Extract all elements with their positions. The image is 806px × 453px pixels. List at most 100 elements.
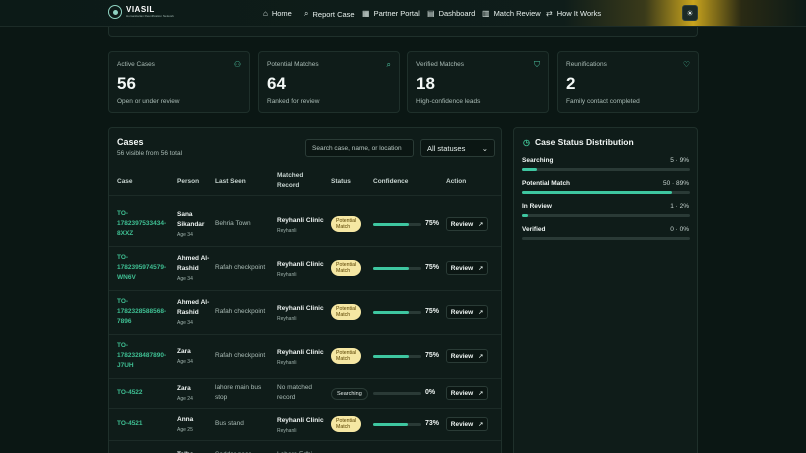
case-id-line: TO-	[117, 210, 129, 217]
confidence-bar	[373, 267, 421, 270]
nav-label: How It Works	[556, 9, 602, 18]
person-age: Age 34	[177, 320, 193, 326]
column-header-confidence[interactable]: Confidence	[373, 177, 408, 187]
users-icon: ⚇	[233, 60, 241, 69]
confidence-bar	[373, 223, 421, 226]
case-id-line: TO-	[117, 342, 129, 349]
confidence-value: 0%	[425, 389, 436, 396]
nav-home[interactable]: ⌂ Home	[263, 9, 292, 18]
confidence-bar-fill	[373, 223, 409, 226]
status-badge: Potential Match	[331, 216, 362, 232]
status-badge-line: Searching	[337, 391, 362, 397]
stat-value: 64	[267, 74, 286, 93]
review-button-label: Review	[450, 389, 474, 397]
column-header-matched-record-line: Record	[277, 182, 300, 189]
case-id-line: 1782328487890-	[117, 352, 167, 359]
person-name-line: Rashid	[177, 309, 199, 316]
status-badge-line: Match	[336, 268, 351, 274]
matched-record: Reyhanli Clinic Reyhanli	[277, 216, 324, 236]
person-name-line: Zara	[177, 385, 191, 392]
review-button[interactable]: Review ↗	[446, 305, 488, 319]
brand-name: VIASIL	[126, 5, 155, 14]
review-button[interactable]: Review ↗	[446, 349, 488, 363]
case-id-link[interactable]: TO-4521	[117, 419, 143, 429]
person-name-line: Rashid	[177, 265, 199, 272]
case-search-input[interactable]	[305, 139, 414, 157]
person-age: Age 34	[177, 276, 193, 282]
stat-caption: High-confidence leads	[416, 98, 481, 105]
sun-icon: ☀	[686, 8, 694, 18]
case-id-link[interactable]: TO- 1782397533434- 8XXZ	[117, 209, 166, 239]
table-row-divider	[109, 378, 501, 379]
document-icon: ▤	[427, 9, 435, 18]
case-id-line: TO-	[117, 254, 129, 261]
review-button-label: Review	[450, 264, 474, 272]
confidence-bar	[373, 392, 421, 395]
person-name: Zara Age 24	[177, 384, 193, 404]
review-button[interactable]: Review ↗	[446, 417, 488, 431]
status-filter-select[interactable]: All statuses ⌄	[420, 139, 495, 157]
matched-record-line: Reyhanli Clinic	[277, 348, 324, 356]
cases-panel: Cases 56 visible from 56 total All statu…	[108, 127, 502, 453]
case-id-link[interactable]: TO- 1782328588568- 7896	[117, 297, 166, 327]
case-id-link[interactable]: TO-4522	[117, 388, 143, 398]
confidence-bar-fill	[373, 355, 409, 358]
review-button[interactable]: Review ↗	[446, 217, 488, 231]
matched-record-location: Reyhanli	[277, 271, 297, 278]
case-id-line: TO-4522	[117, 389, 143, 396]
column-header-person[interactable]: Person	[177, 177, 199, 187]
status-badge: Searching	[331, 388, 368, 400]
last-seen-location: lahore main bus stop	[215, 383, 261, 403]
brand-logo[interactable]: VIASIL Humanitarian Reunification Networ…	[108, 5, 174, 19]
table-row-divider	[109, 408, 501, 409]
top-strip	[108, 27, 698, 37]
stat-value: 18	[416, 74, 435, 93]
column-header-action: Action	[446, 178, 467, 185]
nav-dashboard[interactable]: ▤ Dashboard	[427, 9, 475, 18]
review-button-label: Review	[450, 308, 474, 316]
case-id-line: TO-	[117, 298, 129, 305]
nav-label: Dashboard	[438, 9, 476, 18]
person-name: Anna Age 25	[177, 415, 193, 435]
theme-toggle-button[interactable]: ☀	[682, 5, 698, 21]
arrow-up-right-icon: ↗	[478, 390, 484, 397]
brand-tagline: Humanitarian Reunification Network	[126, 14, 174, 18]
person-age: Age 34	[177, 359, 193, 365]
person-age: Age 25	[177, 427, 193, 433]
cases-title: Cases	[117, 137, 144, 147]
nav-report-case[interactable]: ⌕ Report Case	[304, 9, 355, 19]
nav-how-it-works[interactable]: ⇄ How It Works	[546, 9, 601, 18]
distribution-bar	[522, 237, 690, 240]
search-icon: ⌕	[304, 9, 309, 18]
column-header-status[interactable]: Status	[331, 177, 351, 187]
review-button[interactable]: Review ↗	[446, 261, 488, 275]
stat-card-verified-matches: Verified Matches ⛉ 18 High-confidence leads	[407, 51, 549, 113]
column-header-last-seen[interactable]: Last Seen	[215, 177, 246, 187]
search-icon: ⌕	[386, 60, 391, 69]
confidence-bar-fill	[373, 423, 409, 426]
stat-caption: Open or under review	[117, 98, 180, 105]
review-button[interactable]: Review ↗	[446, 386, 488, 400]
distribution-count: 0 · 0%	[670, 226, 689, 233]
person-name: Ahmed Al- Rashid Age 34	[177, 298, 209, 328]
column-header-matched-record[interactable]: Matched Record	[277, 171, 303, 191]
stat-value: 2	[566, 74, 576, 93]
review-button-label: Review	[450, 220, 474, 228]
case-id-link[interactable]: TO- 1782328487890- J7UH	[117, 341, 166, 371]
table-row-divider	[109, 334, 501, 335]
status-badge: Potential Match	[331, 416, 362, 432]
case-id-link[interactable]: TO- 1782395974579- WN6V	[117, 253, 166, 283]
distribution-label: Searching	[522, 157, 554, 164]
clock-icon: ◷	[523, 137, 530, 147]
case-id-line: 7896	[117, 318, 132, 325]
column-header-case[interactable]: Case	[117, 177, 133, 187]
arrow-up-right-icon: ↗	[478, 421, 484, 428]
nav-match-review[interactable]: ▥ Match Review	[482, 9, 541, 18]
logo-icon	[108, 5, 122, 19]
nav-partner-portal[interactable]: ▦ Partner Portal	[362, 9, 420, 18]
person-name-line: Zara	[177, 348, 191, 355]
last-seen-line: Bus stand	[215, 420, 244, 427]
person-name-line: Sikandar	[177, 221, 205, 228]
distribution-bar-fill	[522, 168, 538, 171]
confidence-bar-fill	[373, 311, 409, 314]
